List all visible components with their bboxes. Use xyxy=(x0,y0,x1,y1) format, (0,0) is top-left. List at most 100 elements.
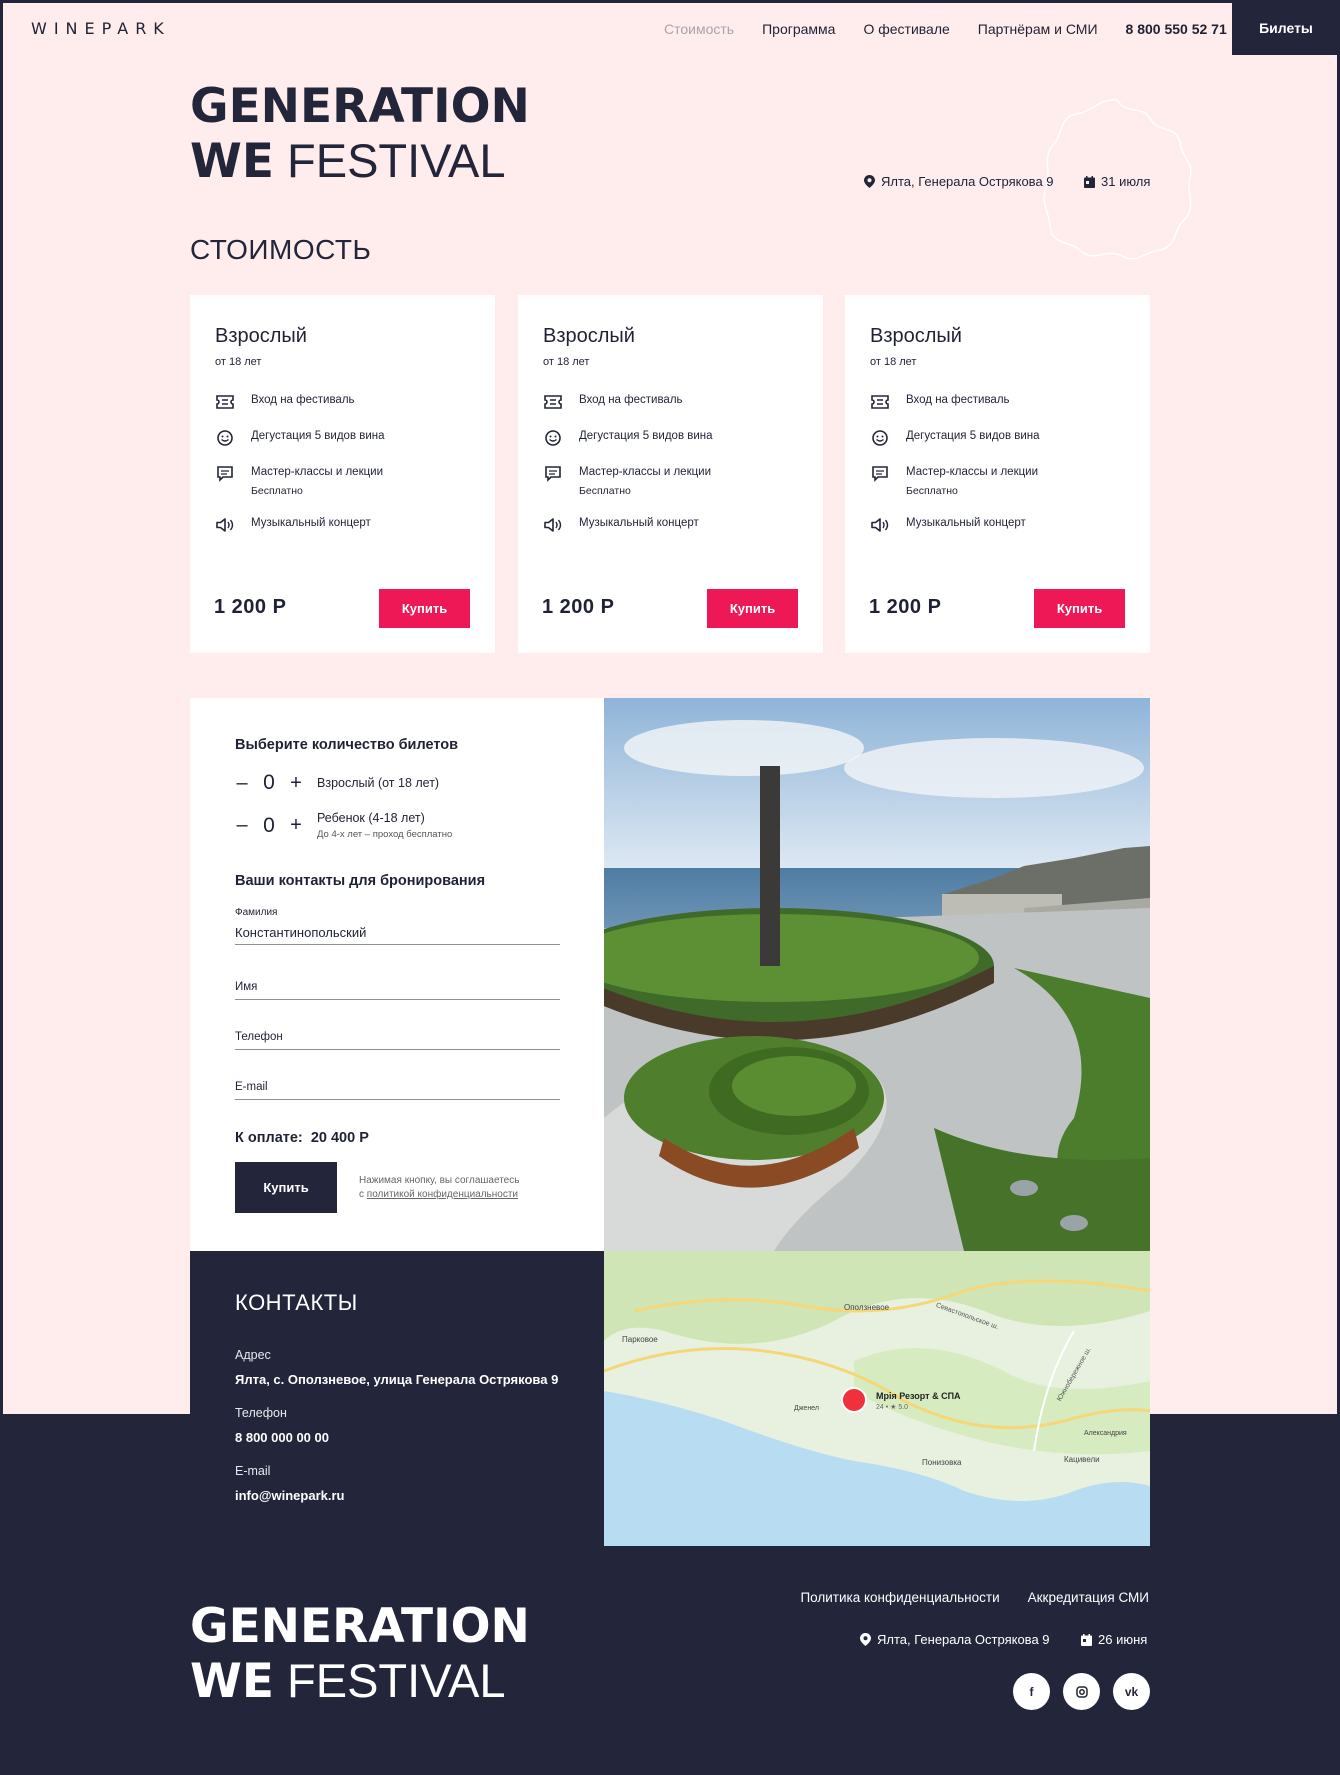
footer-date: 26 июня xyxy=(1081,1632,1147,1647)
consent-text: Нажимая кнопку, вы соглашаетесь с полити… xyxy=(359,1175,520,1200)
qty-row-adult: – 0 + Взрослый (от 18 лет) xyxy=(235,771,439,795)
speaker-icon xyxy=(215,516,235,534)
qty-row-child: – 0 + Ребенок (4-18 лет) До 4-х лет – про… xyxy=(235,811,452,840)
ticket-icon xyxy=(543,393,563,411)
map-label: Александрия xyxy=(1084,1430,1127,1437)
card-feature: Дегустация 5 видов вина xyxy=(215,429,385,447)
name-placeholder: Имя xyxy=(235,981,258,993)
logo-line2: WE FESTIVAL xyxy=(190,1654,530,1709)
top-nav: Стоимость Программа О фестивале Партнёра… xyxy=(664,21,1227,37)
logo-generation: GENERATION xyxy=(190,1599,530,1654)
qty-minus-button[interactable]: – xyxy=(235,772,249,795)
footer-links: Политика конфиденциальности Аккредитация… xyxy=(772,1590,1149,1605)
order-buy-button[interactable]: Купить xyxy=(235,1162,337,1213)
qty-note: До 4-х лет – проход бесплатно xyxy=(317,829,453,840)
chat-icon xyxy=(870,465,890,483)
privacy-link[interactable]: Политика конфиденциальности xyxy=(800,1590,999,1605)
card-feature: Вход на фестиваль xyxy=(215,393,355,411)
facebook-icon[interactable]: f xyxy=(1013,1673,1050,1710)
email-field[interactable]: E-mail xyxy=(235,1081,560,1100)
feature-text: Дегустация 5 видов вина xyxy=(579,430,713,442)
logo-generation: GENERATION xyxy=(190,79,530,134)
smile-icon xyxy=(215,429,235,447)
feature-text: Мастер-классы и лекции Бесплатно xyxy=(906,466,1039,497)
nav-item-program[interactable]: Программа xyxy=(762,21,835,37)
card-title: Взрослый xyxy=(543,325,635,347)
pricing-title: СТОИМОСТЬ xyxy=(190,234,372,265)
feature-text: Музыкальный концерт xyxy=(579,517,699,529)
chat-icon xyxy=(543,465,563,483)
nav-item-price[interactable]: Стоимость xyxy=(664,21,734,37)
hero-date: 31 июля xyxy=(1084,174,1150,189)
total-value: 20 400 Р xyxy=(310,1130,369,1146)
qty-value[interactable]: 0 xyxy=(249,771,289,795)
feature-text: Музыкальный концерт xyxy=(906,517,1026,529)
card-title: Взрослый xyxy=(870,325,962,347)
booking-contacts-title: Ваши контакты для бронирования xyxy=(235,873,486,889)
name-field[interactable]: Имя xyxy=(235,981,560,1000)
ticket-icon xyxy=(870,393,890,411)
header-phone[interactable]: 8 800 550 52 71 xyxy=(1126,21,1227,37)
calendar-icon xyxy=(1084,175,1095,188)
speaker-icon xyxy=(543,516,563,534)
card-feature: Мастер-классы и лекции Бесплатно xyxy=(543,465,711,498)
card-buy-button[interactable]: Купить xyxy=(379,589,470,628)
location-map[interactable]: Оползневое Парковое Мрія Резорт & СПА 24… xyxy=(604,1251,1150,1546)
festival-logo: GENERATION WE FESTIVAL xyxy=(190,80,530,189)
email-value[interactable]: info@winepark.ru xyxy=(235,1488,344,1503)
feature-note: Бесплатно xyxy=(579,485,631,497)
feature-text: Вход на фестиваль xyxy=(579,394,683,406)
address-label: Адрес xyxy=(235,1348,271,1362)
card-feature: Вход на фестиваль xyxy=(870,393,1010,411)
card-feature: Музыкальный концерт xyxy=(870,516,1026,534)
nav-item-partners[interactable]: Партнёрам и СМИ xyxy=(978,21,1098,37)
qty-minus-button[interactable]: – xyxy=(235,814,249,837)
qty-plus-button[interactable]: + xyxy=(289,772,303,795)
logo-line2: WE FESTIVAL xyxy=(190,134,530,189)
feature-note: Бесплатно xyxy=(906,485,958,497)
feature-text: Дегустация 5 видов вина xyxy=(251,430,385,442)
ticket-icon xyxy=(215,393,235,411)
feature-text: Музыкальный концерт xyxy=(251,517,371,529)
order-form: Выберите количество билетов – 0 + Взросл… xyxy=(190,698,604,1251)
address-value: Ялта, с. Оползневое, улица Генерала Остр… xyxy=(235,1372,559,1387)
phone-placeholder: Телефон xyxy=(235,1031,283,1043)
smile-icon xyxy=(543,429,563,447)
smile-icon xyxy=(870,429,890,447)
logo-festival: FESTIVAL xyxy=(287,1654,506,1707)
price-card: Взрослый от 18 лет Вход на фестиваль Дег… xyxy=(845,295,1150,653)
chat-icon xyxy=(215,465,235,483)
card-price: 1 200 Р xyxy=(869,596,942,618)
qty-value[interactable]: 0 xyxy=(249,814,289,838)
instagram-icon[interactable] xyxy=(1063,1673,1100,1710)
qty-plus-button[interactable]: + xyxy=(289,814,303,837)
footer-logo[interactable]: GENERATION WE FESTIVAL xyxy=(190,1600,530,1709)
qty-label: Взрослый (от 18 лет) xyxy=(317,776,440,790)
phone-value[interactable]: 8 800 000 00 00 xyxy=(235,1430,329,1445)
press-accreditation-link[interactable]: Аккредитация СМИ xyxy=(1028,1590,1149,1605)
card-buy-button[interactable]: Купить xyxy=(1034,589,1125,628)
card-feature: Дегустация 5 видов вина xyxy=(543,429,713,447)
map-label: Дженел xyxy=(794,1405,819,1412)
brand-logo[interactable]: WINEPARK xyxy=(31,19,171,38)
venue-photo xyxy=(604,698,1150,1251)
surname-value[interactable]: Константинопольский xyxy=(235,925,560,944)
card-price: 1 200 Р xyxy=(214,596,287,618)
card-subtitle: от 18 лет xyxy=(543,356,590,368)
map-pin-icon[interactable] xyxy=(841,1387,867,1413)
card-feature: Вход на фестиваль xyxy=(543,393,683,411)
feature-text: Мастер-классы и лекции Бесплатно xyxy=(579,466,712,497)
card-feature: Музыкальный концерт xyxy=(215,516,371,534)
surname-field[interactable]: Фамилия Константинопольский xyxy=(235,907,560,945)
phone-label: Телефон xyxy=(235,1406,287,1420)
card-buy-button[interactable]: Купить xyxy=(707,589,798,628)
card-feature: Мастер-классы и лекции Бесплатно xyxy=(870,465,1038,498)
vk-icon[interactable]: vk xyxy=(1113,1673,1150,1710)
card-subtitle: от 18 лет xyxy=(215,356,262,368)
privacy-policy-link[interactable]: политикой конфиденциальности xyxy=(367,1189,518,1200)
tickets-button[interactable]: Билеты xyxy=(1232,0,1340,55)
phone-field[interactable]: Телефон xyxy=(235,1031,560,1050)
logo-we: WE xyxy=(190,1654,274,1709)
nav-item-about[interactable]: О фестивале xyxy=(863,21,949,37)
map-label: 24 • ★ 5.0 xyxy=(876,1404,909,1411)
